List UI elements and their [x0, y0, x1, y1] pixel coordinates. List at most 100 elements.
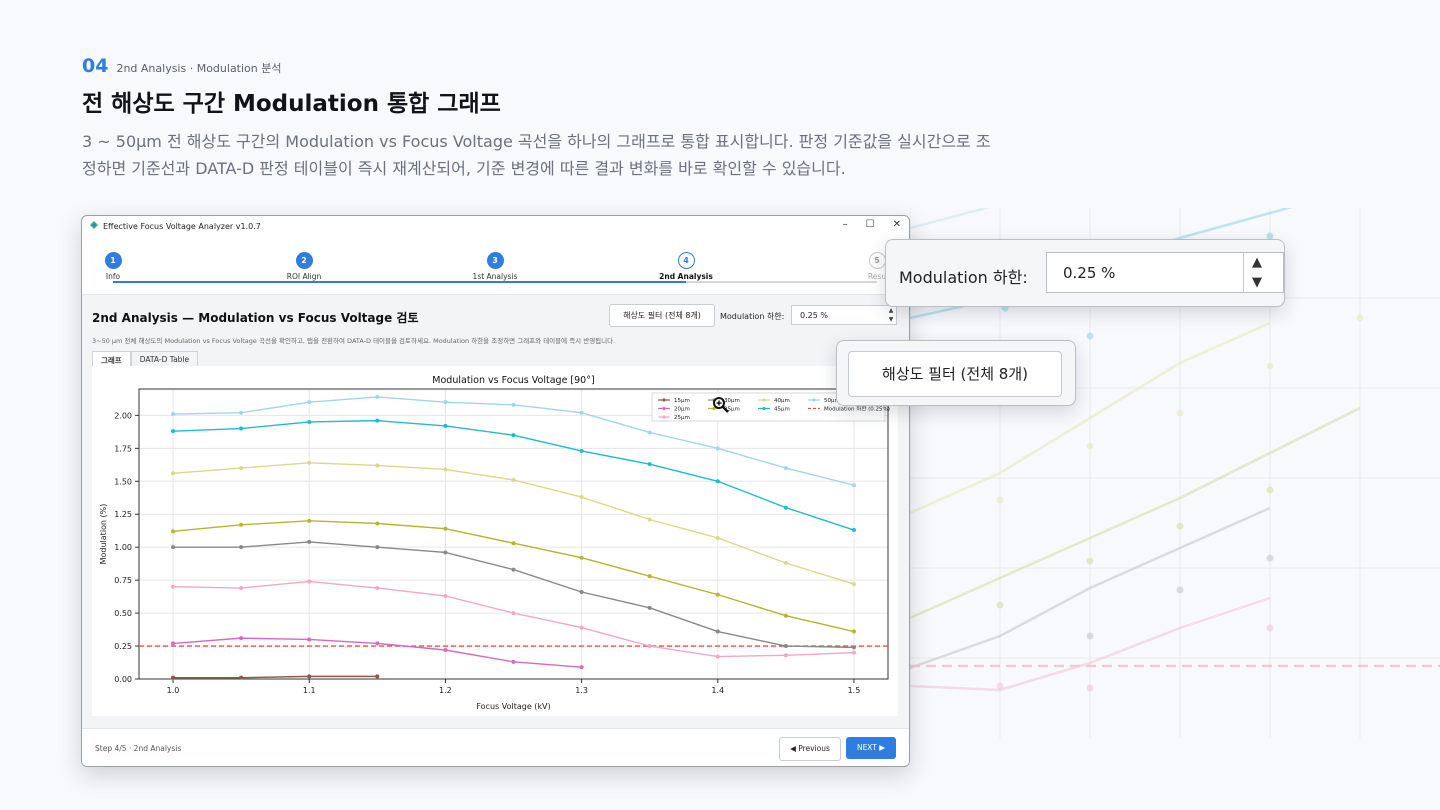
data-point: [375, 418, 380, 423]
modulation-callout: Modulation 하한: 0.25 % ▲ ▼: [885, 239, 1285, 307]
step-1[interactable]: 1 Info: [82, 252, 173, 281]
step-connector-todo: [686, 281, 877, 283]
data-point: [307, 518, 312, 523]
step-3-label: 1st Analysis: [472, 272, 518, 281]
y-tick-label: 0.75: [114, 576, 132, 585]
y-tick-label: 1.75: [114, 444, 132, 453]
step-4[interactable]: 4 2nd Analysis: [626, 252, 746, 281]
data-point: [511, 541, 516, 546]
section-number: 04: [82, 55, 109, 77]
data-point: [307, 460, 312, 465]
data-point: [239, 410, 244, 415]
data-point: [783, 644, 788, 649]
data-point: [171, 584, 176, 589]
legend-marker: [662, 398, 666, 402]
data-point: [239, 466, 244, 471]
step-2-label: ROI Align: [286, 272, 322, 281]
modulation-chart: 1.0 1.1 1.2 1.3 1.4 1.5 0.00 0.25 0.50 0.75 1.00 1.…: [99, 375, 890, 711]
minimize-button[interactable]: –: [843, 219, 848, 230]
modulation-threshold-input[interactable]: 0.25 % ▲ ▼: [791, 305, 897, 325]
series-line-15μm: [173, 675, 378, 679]
data-point: [851, 528, 856, 533]
plot-frame: [138, 388, 889, 680]
data-point: [239, 675, 244, 680]
modulation-threshold-value: 0.25 %: [800, 311, 828, 320]
y-tick-label: 0.25: [114, 642, 132, 651]
series-line-30μm: [173, 541, 854, 649]
close-button[interactable]: ✕: [893, 219, 901, 230]
data-point: [307, 539, 312, 544]
modulation-threshold-label: Modulation 하한:: [720, 312, 785, 321]
series-line-25μm: [173, 580, 854, 658]
legend-marker: [812, 398, 816, 402]
data-point: [511, 433, 516, 438]
data-point: [579, 625, 584, 630]
data-point: [647, 644, 652, 649]
data-point: [307, 637, 312, 642]
x-axis-label: Focus Voltage (kV): [476, 702, 550, 711]
data-point: [375, 641, 380, 646]
y-tick-label: 1.50: [114, 477, 132, 486]
chart-area: 1.0 1.1 1.2 1.3 1.4 1.5 0.00 0.25 0.50 0.75 1.00 1.…: [92, 366, 898, 716]
step-3[interactable]: 3 1st Analysis: [435, 252, 555, 281]
callout-modulation-label: Modulation 하한:: [899, 268, 1028, 287]
data-point: [851, 582, 856, 587]
data-point: [715, 592, 720, 597]
data-point: [443, 648, 448, 652]
data-point: [715, 535, 720, 540]
y-axis-label: Modulation (%): [99, 504, 108, 565]
step-1-dot: 1: [104, 252, 122, 269]
data-point: [715, 654, 720, 659]
x-tick-label: 1.5: [848, 686, 861, 695]
data-point: [511, 659, 516, 664]
data-point: [715, 479, 720, 484]
x-tick-label: 1.2: [439, 686, 452, 695]
callout-spin-down-icon[interactable]: ▼: [1244, 273, 1270, 293]
x-tick-label: 1.0: [167, 686, 180, 695]
legend-marker: [762, 406, 766, 411]
data-point: [375, 586, 380, 591]
callout-spinner[interactable]: ▲ ▼: [1243, 253, 1270, 293]
data-point: [715, 629, 720, 634]
app-logo-icon: [89, 220, 99, 232]
next-button[interactable]: NEXT ▶: [846, 737, 896, 759]
legend-label: 40μm: [774, 398, 790, 404]
y-tick-label: 1.00: [114, 543, 132, 552]
spin-up-icon[interactable]: ▲: [886, 306, 896, 315]
data-point: [375, 674, 380, 679]
data-point: [171, 471, 176, 476]
step-2[interactable]: 2 ROI Align: [244, 252, 364, 281]
data-point: [647, 517, 652, 522]
step-4-dot: 4: [677, 252, 695, 269]
data-point: [783, 653, 788, 658]
app-window: Effective Focus Voltage Analyzer v1.0.7 …: [81, 215, 910, 767]
data-point: [579, 590, 584, 594]
maximize-button[interactable]: ☐: [866, 219, 875, 230]
slide-title: 전 해상도 구간 Modulation 통합 그래프: [82, 91, 501, 117]
data-point: [715, 446, 720, 451]
data-point: [171, 429, 176, 434]
y-tick-label: 0.50: [114, 609, 132, 618]
data-point: [511, 402, 516, 407]
data-point: [375, 521, 380, 526]
previous-button[interactable]: ◀ Previous: [779, 737, 841, 761]
panel-title: 2nd Analysis — Modulation vs Focus Volta…: [92, 311, 419, 325]
legend-label: 15μm: [674, 398, 690, 404]
resolution-filter-button[interactable]: 해상도 필터 (전체 8개): [609, 304, 715, 327]
data-point: [171, 545, 176, 550]
callout-filter-button[interactable]: 해상도 필터 (전체 8개): [848, 351, 1062, 397]
data-point: [375, 463, 380, 468]
step-2-dot: 2: [295, 252, 313, 269]
spin-down-icon[interactable]: ▼: [886, 315, 896, 324]
data-point: [443, 593, 448, 598]
legend-label: 20μm: [674, 407, 690, 413]
data-point: [307, 674, 312, 679]
callout-spin-up-icon[interactable]: ▲: [1244, 253, 1270, 273]
data-point: [783, 505, 788, 510]
data-point: [851, 645, 856, 650]
data-point: [171, 412, 176, 417]
y-tick-label: 2.00: [114, 411, 132, 420]
y-tick-label: 0.00: [114, 675, 132, 684]
modulation-spinner[interactable]: ▲ ▼: [886, 306, 896, 324]
data-point: [443, 400, 448, 405]
